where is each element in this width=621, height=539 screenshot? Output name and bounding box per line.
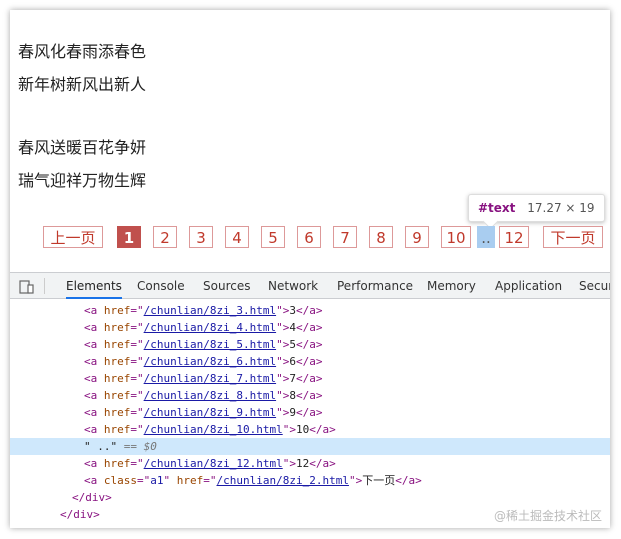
selected-dom-node-row[interactable]: " .." == $0 (10, 438, 610, 455)
page-link-4[interactable]: 4 (225, 226, 249, 248)
dom-node-row[interactable]: <a href="/chunlian/8zi_7.html">7</a> (10, 370, 610, 387)
tab-network[interactable]: Network (268, 273, 318, 299)
screenshot-frame: 春风化春雨添春色 新年树新风出新人 春风送暖百花争妍 瑞气迎祥万物生辉 #tex… (10, 10, 610, 528)
tab-performance[interactable]: Performance (337, 273, 413, 299)
tab-elements[interactable]: Elements (66, 273, 122, 299)
dom-node-row[interactable]: </div> (10, 489, 610, 506)
dom-node-row[interactable]: <a class="a1" href="/chunlian/8zi_2.html… (10, 472, 610, 489)
page-link-9[interactable]: 9 (405, 226, 429, 248)
dom-node-row[interactable]: <a href="/chunlian/8zi_6.html">6</a> (10, 353, 610, 370)
href-link[interactable]: /chunlian/8zi_2.html (217, 474, 349, 487)
tab-console[interactable]: Console (137, 273, 185, 299)
href-link[interactable]: /chunlian/8zi_3.html (144, 304, 276, 317)
dom-node-row[interactable]: <a href="/chunlian/8zi_10.html">10</a> (10, 421, 610, 438)
href-link[interactable]: /chunlian/8zi_12.html (144, 457, 283, 470)
elements-tree: <a href="/chunlian/8zi_3.html">3</a> <a … (10, 302, 610, 528)
node-text: 3 (289, 304, 296, 317)
dom-node-row[interactable]: <a href="/chunlian/8zi_9.html">9</a> (10, 404, 610, 421)
dom-node-row[interactable]: <a href="/chunlian/8zi_3.html">3</a> (10, 302, 610, 319)
tab-sources[interactable]: Sources (203, 273, 250, 299)
page-ellipsis: .. (477, 226, 495, 248)
node-text: 4 (289, 321, 296, 334)
page-link-10[interactable]: 10 (441, 226, 471, 248)
tab-security[interactable]: Security (579, 273, 610, 299)
node-text: 5 (289, 338, 296, 351)
node-text: 8 (289, 389, 296, 402)
prev-page-link[interactable]: 上一页 (43, 226, 103, 248)
page-link-2[interactable]: 2 (153, 226, 177, 248)
poem-line-1: 春风化春雨添春色 (18, 42, 147, 61)
dom-node-row[interactable]: <a href="/chunlian/8zi_5.html">5</a> (10, 336, 610, 353)
href-link[interactable]: /chunlian/8zi_6.html (144, 355, 276, 368)
node-text: 12 (295, 457, 310, 470)
node-text: 10 (295, 423, 310, 436)
inspect-tooltip: #text 17.27 × 19 (468, 194, 605, 230)
page-link-3[interactable]: 3 (189, 226, 213, 248)
devtools-tabbar: Elements Console Sources Network Perform… (10, 272, 610, 299)
watermark: @稀土掘金技术社区 (493, 509, 602, 523)
href-link[interactable]: /chunlian/8zi_7.html (144, 372, 276, 385)
poem-line-4: 瑞气迎祥万物生辉 (18, 171, 147, 190)
node-text: 7 (289, 372, 296, 385)
class-value: a1 (150, 474, 164, 487)
tab-memory[interactable]: Memory (427, 273, 476, 299)
devtools-panel: Elements Console Sources Network Perform… (10, 272, 610, 528)
href-link[interactable]: /chunlian/8zi_8.html (144, 389, 276, 402)
poem-line-3: 春风送暖百花争妍 (18, 138, 147, 157)
page-link-7[interactable]: 7 (333, 226, 357, 248)
node-text: 6 (289, 355, 296, 368)
href-link[interactable]: /chunlian/8zi_9.html (144, 406, 276, 419)
tab-separator (44, 278, 45, 294)
page-link-5[interactable]: 5 (261, 226, 285, 248)
page-link-1[interactable]: 1 (117, 226, 141, 248)
selected-eq-marker: == $0 (123, 440, 157, 453)
href-link[interactable]: /chunlian/8zi_10.html (144, 423, 283, 436)
page-link-12[interactable]: 12 (499, 226, 529, 248)
dom-node-row[interactable]: <a href="/chunlian/8zi_4.html">4</a> (10, 319, 610, 336)
page-link-8[interactable]: 8 (369, 226, 393, 248)
page-link-6[interactable]: 6 (297, 226, 321, 248)
closing-div-tag: </div> (72, 491, 112, 504)
href-link[interactable]: /chunlian/8zi_4.html (144, 321, 276, 334)
dom-node-row[interactable]: <a href="/chunlian/8zi_12.html">12</a> (10, 455, 610, 472)
tooltip-node-name: #text (478, 201, 516, 215)
closing-div-tag: </div> (60, 508, 100, 521)
device-toolbar-icon[interactable] (19, 279, 35, 294)
tab-application[interactable]: Application (495, 273, 562, 299)
page-viewport: 春风化春雨添春色 新年树新风出新人 春风送暖百花争妍 瑞气迎祥万物生辉 #tex… (10, 10, 610, 272)
next-page-link[interactable]: 下一页 (543, 226, 603, 248)
node-text: 下一页 (362, 474, 396, 487)
selected-text-node: " .." (84, 440, 118, 453)
href-link[interactable]: /chunlian/8zi_5.html (144, 338, 276, 351)
tooltip-size: 17.27 × 19 (527, 201, 595, 215)
poem-line-2: 新年树新风出新人 (18, 75, 147, 94)
dom-node-row[interactable]: <a href="/chunlian/8zi_8.html">8</a> (10, 387, 610, 404)
node-text: 9 (289, 406, 296, 419)
